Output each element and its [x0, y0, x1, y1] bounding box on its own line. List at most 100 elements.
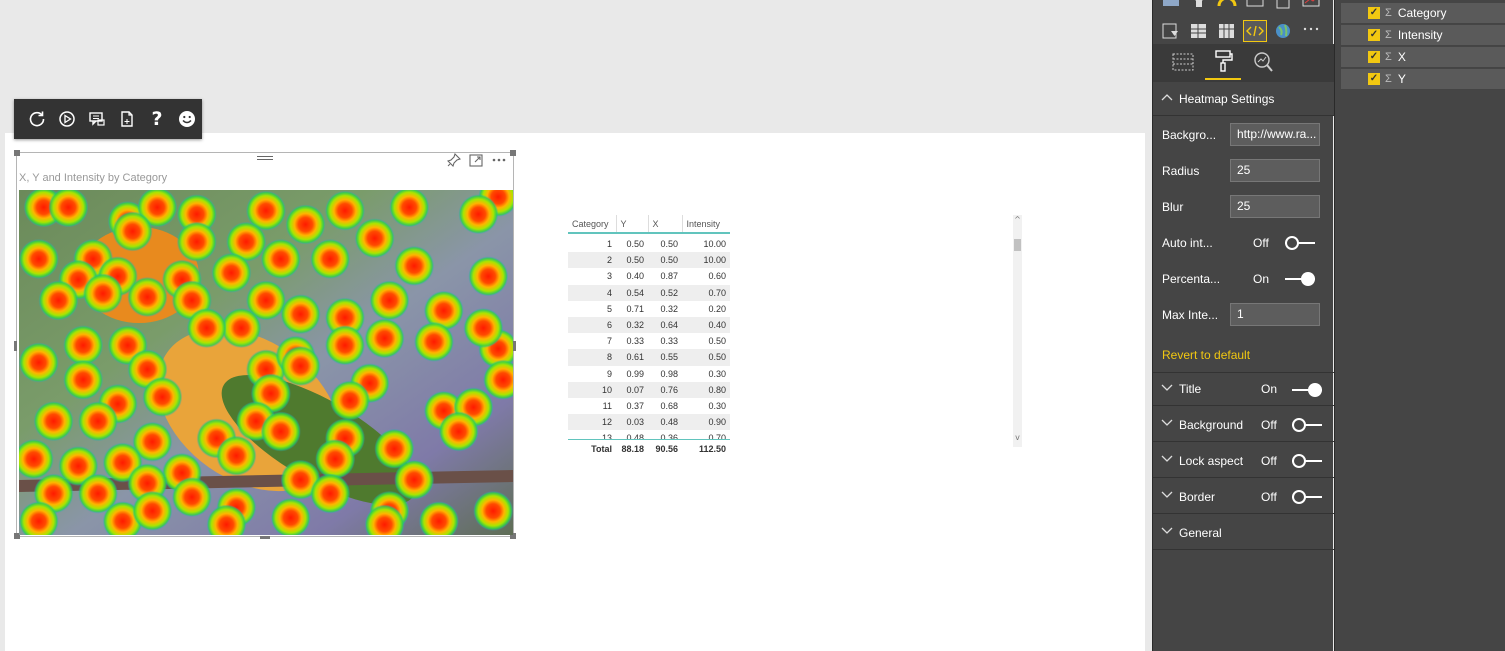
visualization-gallery: [1153, 0, 1334, 44]
title-toggle[interactable]: [1292, 383, 1322, 397]
pin-icon[interactable]: [446, 152, 462, 168]
drag-grip-icon[interactable]: [257, 154, 273, 162]
refresh-icon[interactable]: [22, 104, 52, 134]
checkbox-checked-icon[interactable]: ✓: [1368, 73, 1380, 85]
table-row[interactable]: 6 0.32 0.64 0.40: [568, 316, 730, 334]
table-row[interactable]: 12 0.03 0.48 0.90: [568, 414, 730, 431]
heat-point: [473, 490, 513, 531]
globe-visual-icon[interactable]: [1273, 22, 1293, 40]
radius-input[interactable]: 25: [1230, 159, 1320, 182]
analytics-tab[interactable]: [1245, 44, 1281, 80]
checkbox-checked-icon[interactable]: ✓: [1368, 29, 1380, 41]
field-item-x[interactable]: ✓ Σ X: [1341, 47, 1505, 68]
table-row[interactable]: 3 0.40 0.87 0.60: [568, 268, 730, 284]
resize-handle[interactable]: [14, 150, 20, 156]
resize-handle[interactable]: [510, 150, 516, 156]
background-url-input[interactable]: http://www.ra...: [1230, 123, 1320, 146]
slicer-visual-icon[interactable]: [1161, 22, 1181, 40]
section-lock-aspect[interactable]: Lock aspect Off: [1153, 444, 1334, 478]
field-item-category[interactable]: ✓ Σ Category: [1341, 3, 1505, 24]
max-intensity-row: Max Inte... 1: [1153, 298, 1334, 334]
resize-handle[interactable]: [14, 341, 17, 351]
heat-point: [132, 490, 173, 531]
field-item-intensity[interactable]: ✓ Σ Intensity: [1341, 25, 1505, 46]
column-header[interactable]: X: [648, 215, 683, 234]
column-header[interactable]: Category: [568, 215, 617, 234]
checkbox-checked-icon[interactable]: ✓: [1368, 51, 1380, 63]
table-visual-icon[interactable]: [1189, 22, 1209, 40]
chevron-up-icon: [1161, 93, 1173, 104]
column-header[interactable]: Y: [616, 215, 649, 234]
card-visual-icon[interactable]: [1245, 0, 1265, 10]
focus-mode-icon[interactable]: [469, 153, 483, 167]
table-cell: 0.33: [626, 336, 644, 347]
resize-handle[interactable]: [513, 341, 516, 351]
percentage-toggle[interactable]: [1285, 272, 1315, 286]
table-row[interactable]: 7 0.33 0.33 0.50: [568, 333, 730, 349]
table-body[interactable]: 1 0.50 0.50 10.00 2 0.50 0.50 10.00 3 0.40 0.87 0.6…: [568, 236, 730, 440]
lock-aspect-toggle[interactable]: [1292, 454, 1322, 468]
table-row[interactable]: 9 0.99 0.98 0.30: [568, 366, 730, 382]
scroll-up-icon[interactable]: ^: [1013, 215, 1022, 225]
table-scrollbar[interactable]: ^ v: [1013, 215, 1022, 447]
smiley-icon[interactable]: [172, 104, 202, 134]
table-cell: 7: [606, 336, 612, 347]
gauge-visual-icon[interactable]: [1217, 0, 1237, 10]
heat-point: [364, 318, 405, 359]
format-tab[interactable]: [1205, 44, 1241, 80]
table-row[interactable]: 1 0.50 0.50 10.00: [568, 236, 730, 252]
funnel-visual-icon[interactable]: [1189, 0, 1209, 10]
table-row[interactable]: 5 0.71 0.32 0.20: [568, 301, 730, 317]
heat-point: [414, 321, 454, 362]
more-visuals-icon[interactable]: [1301, 22, 1321, 40]
matrix-visual-icon[interactable]: [1217, 22, 1237, 40]
table-cell: 2: [568, 252, 616, 269]
section-title[interactable]: Title On: [1153, 372, 1334, 406]
scroll-down-icon[interactable]: v: [1013, 433, 1022, 443]
table-row[interactable]: 10 0.07 0.76 0.80: [568, 381, 730, 398]
section-general[interactable]: General: [1153, 516, 1334, 550]
more-options-icon[interactable]: [491, 153, 507, 167]
kpi-visual-icon[interactable]: [1301, 0, 1321, 10]
help-icon[interactable]: ?: [142, 104, 172, 134]
scroll-thumb[interactable]: [1014, 239, 1021, 251]
table-row[interactable]: 11 0.37 0.68 0.30: [568, 398, 730, 414]
heatmap-image[interactable]: [19, 190, 513, 535]
section-background[interactable]: Background Off: [1153, 408, 1334, 442]
field-item-y[interactable]: ✓ Σ Y: [1341, 69, 1505, 90]
background-toggle[interactable]: [1292, 418, 1322, 432]
table-cell: 0.76: [648, 381, 682, 398]
heat-point: [19, 342, 59, 383]
heatmap-settings-header[interactable]: Heatmap Settings: [1153, 82, 1334, 116]
blur-input[interactable]: 25: [1230, 195, 1320, 218]
resize-handle[interactable]: [260, 536, 270, 539]
play-icon[interactable]: [52, 104, 82, 134]
custom-visual-icon-selected[interactable]: [1243, 20, 1267, 42]
section-label: General: [1179, 525, 1222, 540]
revert-to-default-link[interactable]: Revert to default: [1162, 348, 1250, 362]
table-visual-header[interactable]: Category Y X Intensity: [568, 215, 730, 234]
table-row[interactable]: 8 0.61 0.55 0.50: [568, 349, 730, 366]
multi-row-card-icon[interactable]: [1273, 0, 1293, 10]
auto-intensity-toggle[interactable]: [1285, 236, 1315, 250]
table-row[interactable]: 4 0.54 0.52 0.70: [568, 284, 730, 301]
checkbox-checked-icon[interactable]: ✓: [1368, 7, 1380, 19]
border-toggle[interactable]: [1292, 490, 1322, 504]
table-row[interactable]: 2 0.50 0.50 10.00: [568, 252, 730, 269]
column-header[interactable]: Intensity: [682, 215, 730, 234]
section-border[interactable]: Border Off: [1153, 480, 1334, 514]
auto-intensity-row: Auto int... Off: [1153, 226, 1334, 262]
section-label: Heatmap Settings: [1179, 91, 1275, 106]
heatmap-visual[interactable]: X, Y and Intensity by Category: [14, 150, 516, 539]
table-cell: 1: [606, 239, 612, 250]
heat-point: [438, 411, 479, 452]
map-visual-icon[interactable]: [1161, 0, 1181, 10]
max-intensity-input[interactable]: 1: [1230, 303, 1320, 326]
total-cell: 88.18: [621, 443, 644, 454]
fields-tab[interactable]: [1165, 44, 1201, 80]
table-cell: 0.70: [682, 284, 730, 301]
toggle-state: Off: [1253, 236, 1269, 250]
comment-icon[interactable]: [82, 104, 112, 134]
document-icon[interactable]: [112, 104, 142, 134]
heat-point: [325, 190, 365, 231]
